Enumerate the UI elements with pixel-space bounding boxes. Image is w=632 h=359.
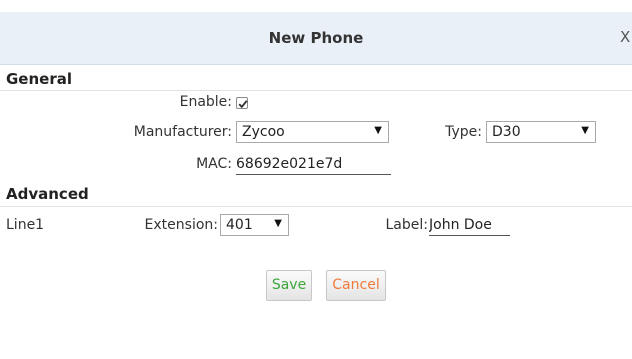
advanced-heading: Advanced bbox=[6, 185, 89, 203]
line-label: Line1 bbox=[6, 217, 45, 233]
manufacturer-value: Zycoo bbox=[242, 124, 285, 140]
dialog-title: New Phone bbox=[268, 29, 364, 47]
type-select[interactable]: D30 ▼ bbox=[486, 121, 596, 143]
advanced-divider bbox=[0, 206, 632, 207]
general-heading: General bbox=[6, 70, 72, 88]
extension-select[interactable]: 401 ▼ bbox=[220, 214, 289, 236]
extension-value: 401 bbox=[226, 217, 253, 233]
cancel-button[interactable]: Cancel bbox=[326, 270, 386, 301]
mac-input[interactable]: 68692e021e7d bbox=[236, 155, 391, 175]
enable-label: Enable: bbox=[179, 94, 232, 110]
dialog-header: New Phone X bbox=[0, 12, 632, 65]
dropdown-arrow-icon: ▼ bbox=[374, 125, 382, 136]
manufacturer-label: Manufacturer: bbox=[133, 124, 232, 140]
save-button[interactable]: Save bbox=[266, 270, 312, 301]
dropdown-arrow-icon: ▼ bbox=[581, 125, 589, 136]
dropdown-arrow-icon: ▼ bbox=[274, 218, 282, 229]
type-label: Type: bbox=[445, 124, 482, 140]
manufacturer-select[interactable]: Zycoo ▼ bbox=[236, 121, 389, 143]
close-button[interactable]: X bbox=[620, 28, 632, 46]
extension-label: Extension: bbox=[144, 217, 218, 233]
type-value: D30 bbox=[492, 124, 521, 140]
mac-label: MAC: bbox=[196, 156, 232, 172]
checkmark-icon bbox=[238, 100, 248, 109]
general-divider bbox=[0, 90, 632, 91]
label-field-label: Label: bbox=[385, 217, 429, 233]
label-input[interactable]: John Doe bbox=[429, 216, 510, 236]
enable-checkbox[interactable] bbox=[236, 97, 248, 109]
